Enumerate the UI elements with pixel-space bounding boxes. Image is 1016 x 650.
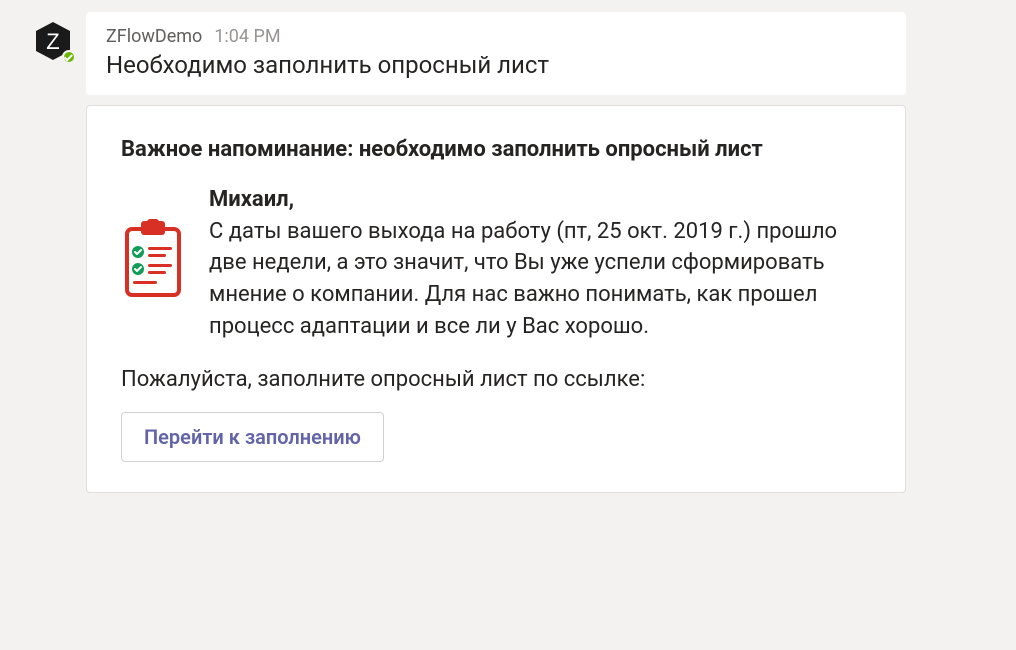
card-icon-column [121,187,189,303]
card-footer-text: Пожалуйста, заполните опросный лист по с… [121,367,871,392]
message-header: ZFlowDemo 1:04 PM [106,26,886,47]
message-body: ZFlowDemo 1:04 PM Необходимо заполнить о… [86,12,1016,493]
message-bubble: ZFlowDemo 1:04 PM Необходимо заполнить о… [86,12,906,95]
timestamp: 1:04 PM [214,26,280,47]
card-text-column: Михаил, С даты вашего выхода на работу (… [209,187,871,344]
sender-name: ZFlowDemo [106,26,202,47]
card-greeting: Михаил, [209,187,871,212]
chat-message: Z ZFlowDemo 1:04 PM Необходимо заполнить… [0,0,1016,493]
presence-available-icon [62,50,76,64]
fill-survey-button[interactable]: Перейти к заполнению [121,412,384,462]
card-body-text: С даты вашего выхода на работу (пт, 25 о… [209,216,871,344]
message-subject: Необходимо заполнить опросный лист [106,51,886,79]
adaptive-card: Важное напоминание: необходимо заполнить… [86,105,906,493]
card-title: Важное напоминание: необходимо заполнить… [121,136,871,165]
clipboard-checklist-icon [121,219,185,299]
svg-text:Z: Z [46,29,59,54]
avatar: Z [32,20,74,62]
card-content-row: Михаил, С даты вашего выхода на работу (… [121,187,871,344]
